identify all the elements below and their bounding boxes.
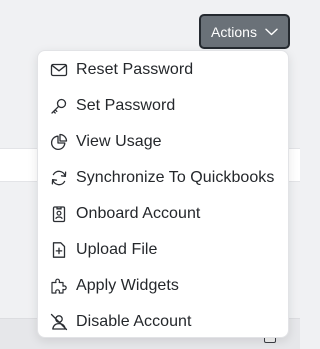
menu-item-synchronize-quickbooks[interactable]: Synchronize To Quickbooks [38, 160, 288, 196]
menu-item-upload-file[interactable]: Upload File [38, 232, 288, 268]
menu-item-apply-widgets[interactable]: Apply Widgets [38, 268, 288, 304]
menu-item-label: Synchronize To Quickbooks [76, 169, 275, 186]
user-slash-icon [50, 313, 68, 331]
sync-icon [50, 169, 68, 187]
actions-button-label: Actions [211, 23, 257, 40]
menu-item-view-usage[interactable]: View Usage [38, 124, 288, 160]
menu-item-label: Upload File [76, 241, 158, 258]
menu-item-set-password[interactable]: Set Password [38, 88, 288, 124]
actions-button[interactable]: Actions [199, 14, 290, 49]
badge-icon [50, 205, 68, 223]
file-plus-icon [50, 241, 68, 259]
menu-item-disable-account[interactable]: Disable Account [38, 304, 288, 340]
key-icon [50, 97, 68, 115]
chevron-down-icon [265, 28, 278, 36]
menu-item-label: Reset Password [76, 61, 194, 78]
menu-item-reset-password[interactable]: Reset Password [38, 52, 288, 88]
menu-item-label: Apply Widgets [76, 277, 179, 294]
menu-item-label: Onboard Account [76, 205, 201, 222]
puzzle-icon [50, 277, 68, 295]
menu-item-label: View Usage [76, 133, 162, 150]
menu-item-onboard-account[interactable]: Onboard Account [38, 196, 288, 232]
actions-dropdown-menu: Reset Password Set Password View Usage S… [37, 50, 289, 338]
envelope-icon [50, 61, 68, 79]
pie-chart-icon [50, 133, 68, 151]
menu-item-label: Disable Account [76, 313, 192, 330]
menu-item-label: Set Password [76, 97, 176, 114]
